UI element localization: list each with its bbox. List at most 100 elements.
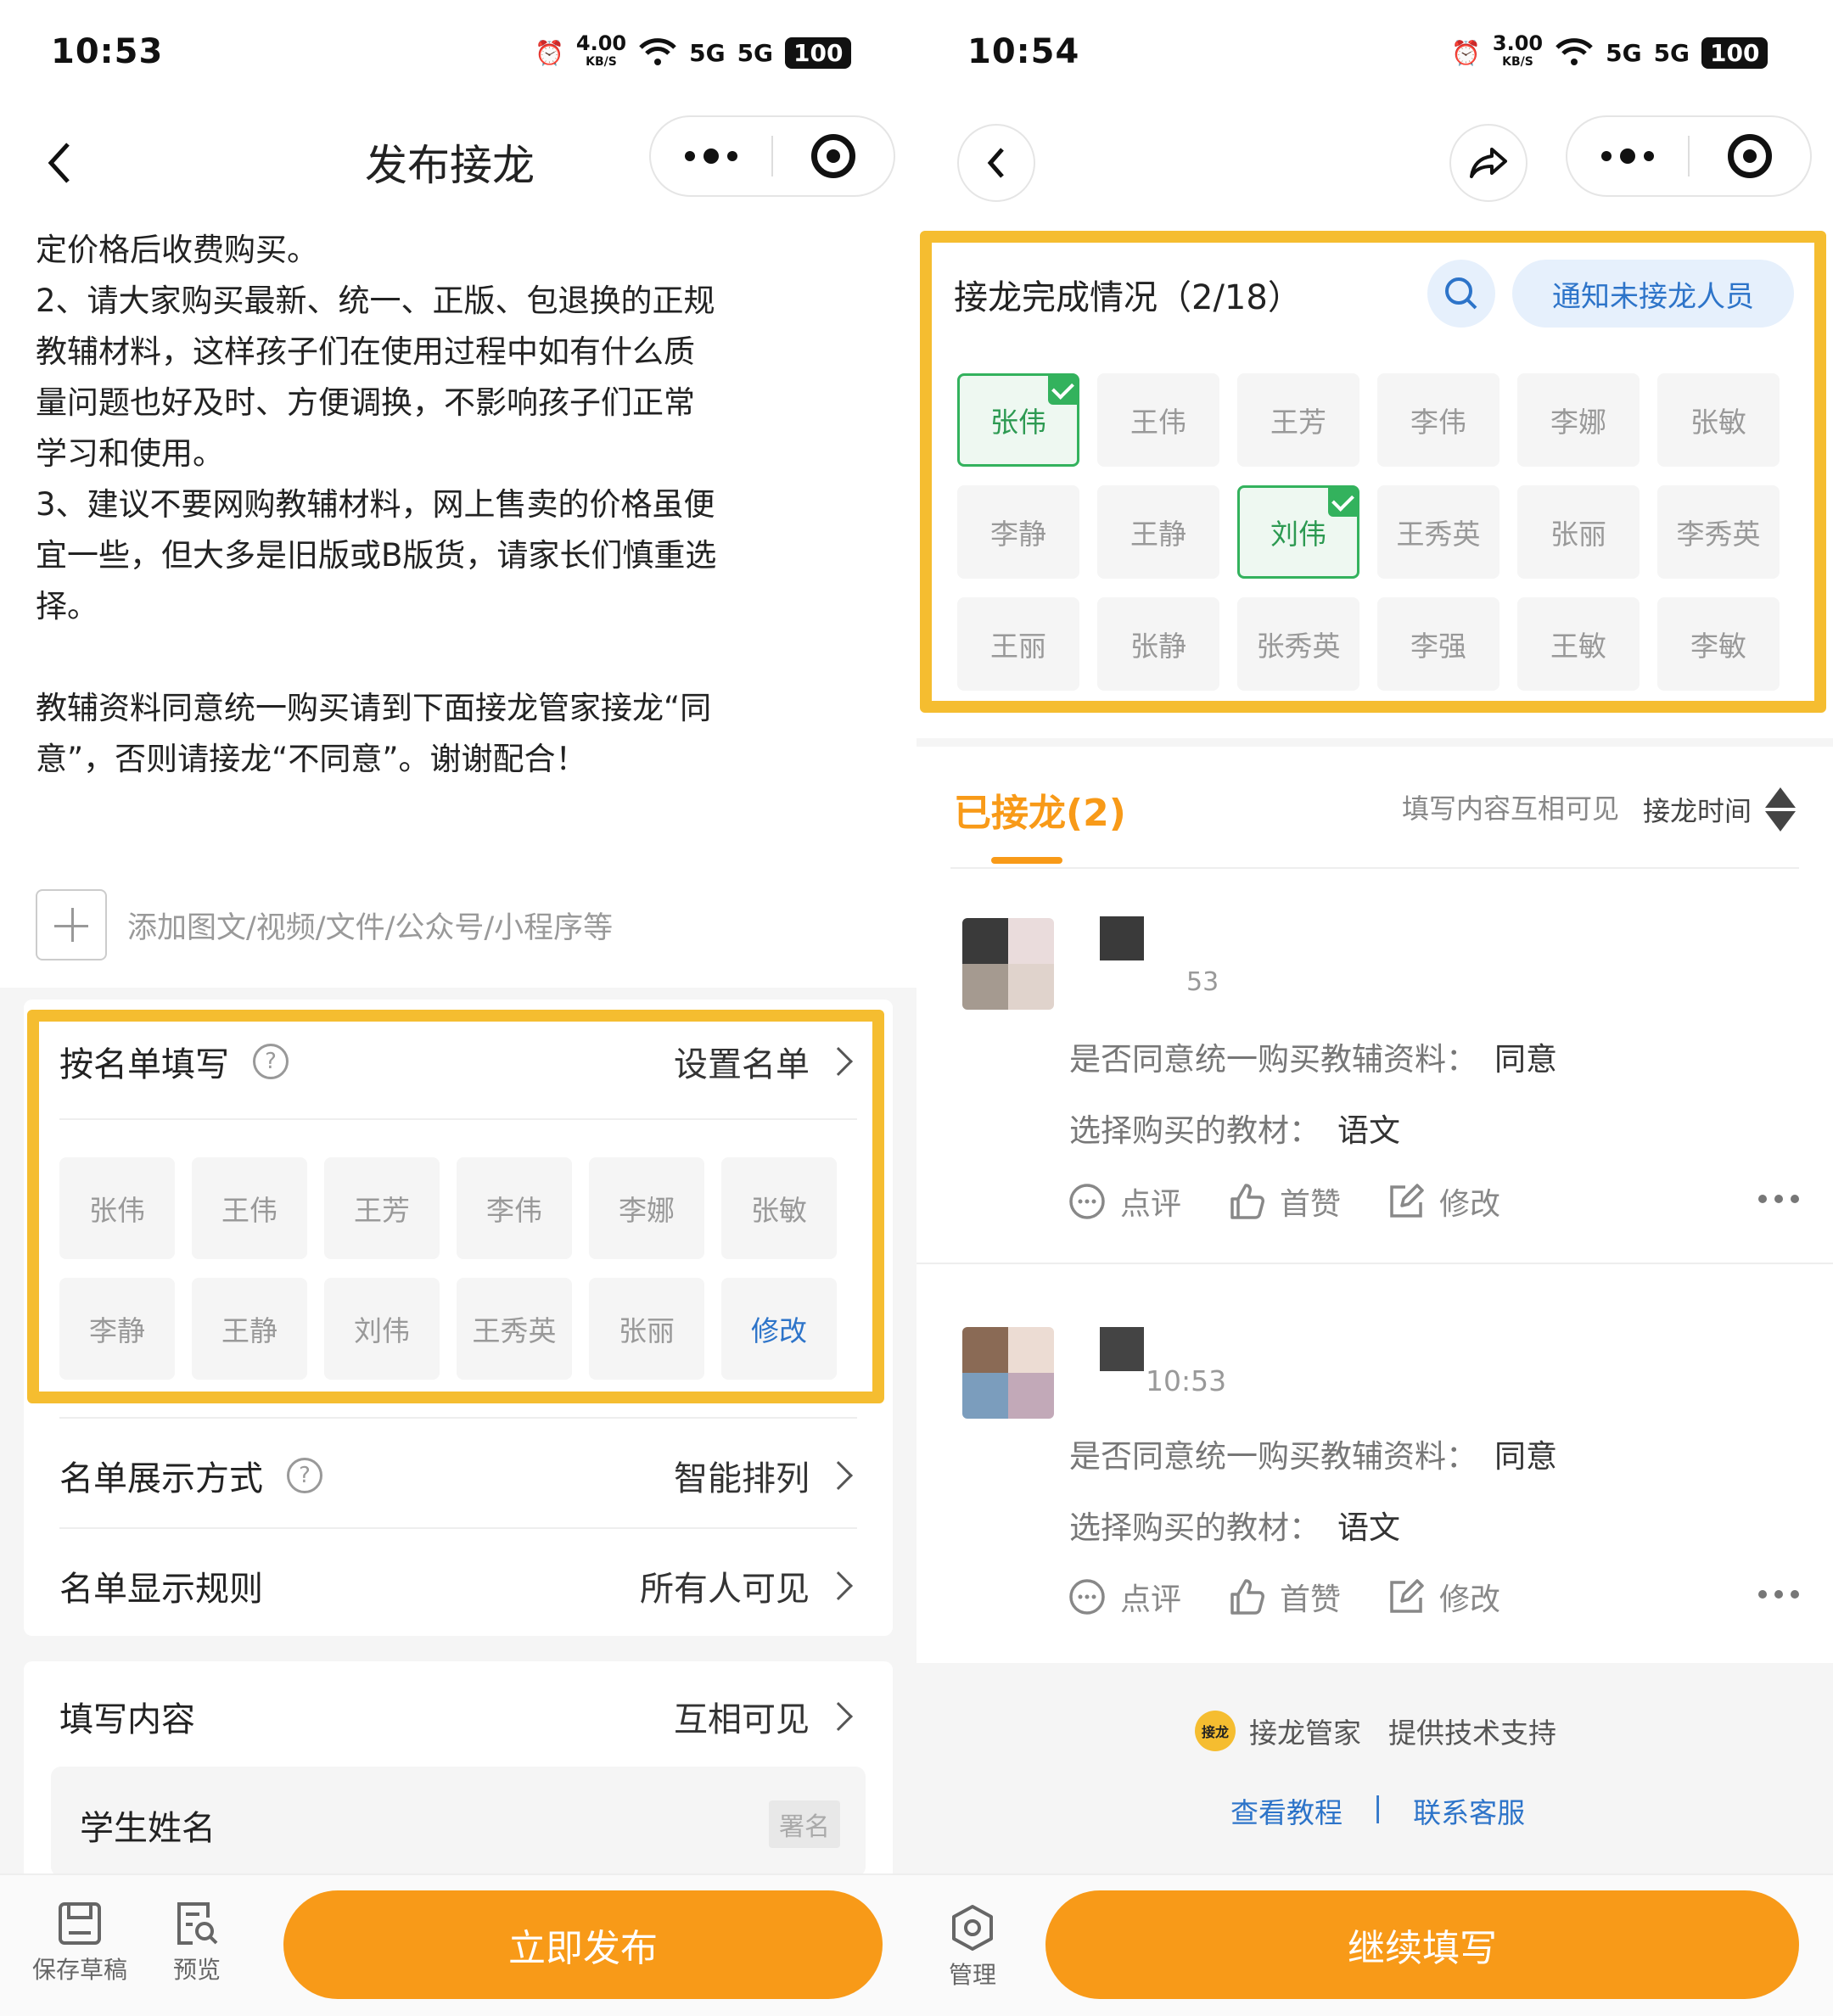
share-button[interactable] [1449, 124, 1528, 202]
status-time: 10:54 [967, 32, 1080, 71]
sort-icon [1765, 787, 1797, 832]
back-icon[interactable] [42, 137, 76, 192]
wifi-icon [1556, 38, 1593, 65]
roster-name-chip: 王芳 [324, 1157, 440, 1259]
checkmark-icon [1048, 374, 1079, 405]
pending-name-chip: 王伟 [1097, 373, 1219, 467]
mini-program-capsule [1566, 115, 1812, 197]
pending-name-chip: 李秀英 [1657, 485, 1780, 579]
edit-button[interactable]: 修改 [1387, 1575, 1500, 1619]
help-icon[interactable]: ? [287, 1458, 322, 1493]
more-icon [685, 148, 737, 164]
add-media-row[interactable]: 添加图文/视频/文件/公众号/小程序等 [36, 889, 613, 960]
customer-service-link[interactable]: 联系客服 [1413, 1790, 1525, 1831]
field-tag: 署名 [769, 1800, 840, 1848]
form-field[interactable]: 学生姓名 署名 [51, 1767, 866, 1877]
fill-content-row[interactable]: 填写内容 互相可见 [59, 1692, 857, 1741]
entry-actions: 点评 首赞 修改 [1068, 1575, 1500, 1619]
roster-name-chip: 李娜 [589, 1157, 704, 1259]
field-name: 学生姓名 [80, 1809, 216, 1848]
close-button[interactable] [773, 117, 894, 195]
battery-icon: 100 [1701, 36, 1769, 69]
tutorial-link[interactable]: 查看教程 [1230, 1790, 1343, 1831]
status-bar-icons: ⏰ 3.00 KB/S 5G 5G 100 [1451, 33, 1769, 71]
display-mode-value: 智能排列 [674, 1459, 810, 1498]
save-draft-button[interactable]: 保存草稿 [32, 1901, 127, 1985]
back-button[interactable] [957, 124, 1035, 202]
save-icon [59, 1902, 101, 1945]
pending-name-chip: 李敏 [1657, 597, 1780, 691]
comment-button[interactable]: 点评 [1068, 1179, 1181, 1224]
joined-title: 已接龙(2) [954, 792, 1126, 835]
tab-underline [991, 857, 1062, 864]
divider [59, 1118, 857, 1120]
pending-name-chip: 李伟 [1377, 373, 1499, 467]
publish-panel: 10:53 ⏰ 4.00 KB/S 5G 5G 100 发布接龙 定价格后收费购买… [0, 0, 916, 2016]
nickname-mosaic [1100, 1327, 1144, 1371]
pending-name-chip: 张秀英 [1237, 597, 1359, 691]
display-mode-label: 名单展示方式 [59, 1459, 263, 1498]
like-button[interactable]: 首赞 [1227, 1575, 1341, 1619]
edit-icon [1390, 1579, 1424, 1613]
manage-button[interactable]: 管理 [949, 1904, 996, 1991]
roster-names: 张伟 王伟 王芳 李伟 李娜 张敏 李静 王静 刘伟 王秀英 张丽 修改 [59, 1157, 837, 1380]
set-roster-link[interactable]: 设置名单 [674, 1037, 810, 1086]
search-button[interactable] [1427, 260, 1495, 328]
network-speed: 4.00 KB/S [575, 31, 627, 69]
help-icon[interactable]: ? [253, 1044, 289, 1079]
hexagon-gear-icon [952, 1905, 993, 1951]
footer-links: 查看教程 | 联系客服 [1230, 1790, 1525, 1831]
edit-icon [1390, 1184, 1424, 1218]
entry-more-icon[interactable] [1758, 1590, 1799, 1599]
share-icon [1470, 148, 1507, 178]
roster-name-chip: 王静 [192, 1278, 307, 1380]
thumbs-up-icon [1230, 1184, 1265, 1219]
add-media-label: 添加图文/视频/文件/公众号/小程序等 [127, 910, 614, 945]
plus-icon[interactable] [36, 889, 107, 960]
pending-name-chip: 王芳 [1237, 373, 1359, 467]
divider [916, 1263, 1833, 1264]
preview-button[interactable]: 预览 [173, 1901, 221, 1985]
roster-name-chip: 张伟 [59, 1157, 175, 1259]
support-footer: 接龙 接龙管家 提供技术支持 [1195, 1711, 1556, 1751]
thumbs-up-icon [1230, 1579, 1265, 1615]
entry-more-icon[interactable] [1758, 1195, 1799, 1203]
notify-button[interactable]: 通知未接龙人员 [1512, 260, 1794, 328]
comment-icon [1069, 1184, 1105, 1219]
chevron-right-icon [824, 1461, 853, 1490]
entry-card: 10:53 是否同意统一购买教辅资料： 同意 选择购买的教材： 语文 点评 首赞 修… [916, 1269, 1833, 1656]
pending-name-chip: 王秀英 [1377, 485, 1499, 579]
more-icon [1601, 148, 1654, 164]
target-icon [1728, 134, 1772, 178]
roster-name-chip: 张敏 [721, 1157, 837, 1259]
entry-answer-1: 是否同意统一购买教辅资料： 同意 [1069, 1041, 1557, 1078]
pending-name-chip: 张丽 [1517, 485, 1640, 579]
roster-row[interactable]: 按名单填写? 设置名单 [59, 1037, 857, 1086]
roster-name-chip: 李伟 [457, 1157, 572, 1259]
edit-roster-button[interactable]: 修改 [721, 1278, 837, 1380]
pending-name-chip: 李静 [957, 485, 1079, 579]
comment-icon [1069, 1579, 1105, 1615]
close-button[interactable] [1690, 117, 1810, 195]
entry-time: 10:53 [1146, 1364, 1227, 1397]
display-rule-row[interactable]: 名单显示规则 所有人可见 [59, 1561, 857, 1610]
continue-button[interactable]: 继续填写 [1045, 1890, 1799, 1999]
more-button[interactable] [1567, 117, 1688, 195]
divider [950, 867, 1799, 869]
support-text: 提供技术支持 [1388, 1716, 1556, 1750]
like-button[interactable]: 首赞 [1227, 1179, 1341, 1224]
signal-icon: 5G [689, 38, 726, 67]
edit-button[interactable]: 修改 [1387, 1179, 1500, 1224]
comment-button[interactable]: 点评 [1068, 1575, 1181, 1619]
pending-name-chip: 张静 [1097, 597, 1219, 691]
checkmark-icon [1328, 486, 1359, 517]
entry-answer-2: 选择购买的教材： 语文 [1069, 1112, 1400, 1149]
display-mode-row[interactable]: 名单展示方式? 智能排列 [59, 1451, 857, 1500]
chevron-right-icon [824, 1571, 853, 1600]
intro-text: 定价格后收费购买。 2、请大家购买最新、统一、正版、包退换的正规 教辅材料，这样孩子… [36, 232, 717, 777]
completed-name-chip: 张伟 [957, 373, 1079, 467]
divider [59, 1527, 857, 1529]
more-button[interactable] [651, 117, 771, 195]
sort-button[interactable]: 接龙时间 [1643, 786, 1797, 833]
publish-button[interactable]: 立即发布 [283, 1890, 883, 1999]
